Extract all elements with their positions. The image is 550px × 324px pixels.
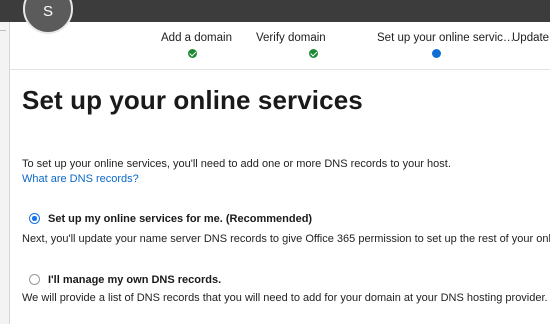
avatar-initial: S — [42, 3, 53, 20]
manage-own-dns-radio[interactable] — [29, 274, 40, 285]
recommended-setup-label[interactable]: Set up my online services for me. (Recom… — [48, 213, 312, 225]
manage-own-dns-description: We will provide a list of DNS records th… — [22, 292, 548, 304]
step-setup-services-label: Set up your online servic… — [377, 32, 515, 44]
step-verify-domain-label: Verify domain — [256, 32, 326, 44]
step-complete-check-icon — [309, 49, 318, 58]
step-complete-check-icon — [188, 49, 197, 58]
left-panel-edge — [0, 22, 10, 324]
recommended-setup-radio[interactable] — [29, 213, 40, 224]
panel-notch — [0, 30, 6, 31]
page-title: Set up your online services — [22, 85, 363, 115]
step-update-dns-label: Update D — [512, 32, 550, 44]
progress-steps: Add a domain Verify domain Set up your o… — [10, 22, 550, 70]
recommended-setup-description: Next, you'll update your name server DNS… — [22, 233, 550, 245]
top-bar — [0, 0, 550, 22]
dns-records-help-link[interactable]: What are DNS records? — [22, 173, 139, 185]
step-current-dot-icon — [432, 49, 441, 58]
intro-text: To set up your online services, you'll n… — [22, 158, 451, 170]
step-add-domain-label: Add a domain — [161, 32, 232, 44]
manage-own-dns-label[interactable]: I'll manage my own DNS records. — [48, 274, 221, 286]
setup-page: Add a domain Verify domain Set up your o… — [0, 0, 550, 324]
